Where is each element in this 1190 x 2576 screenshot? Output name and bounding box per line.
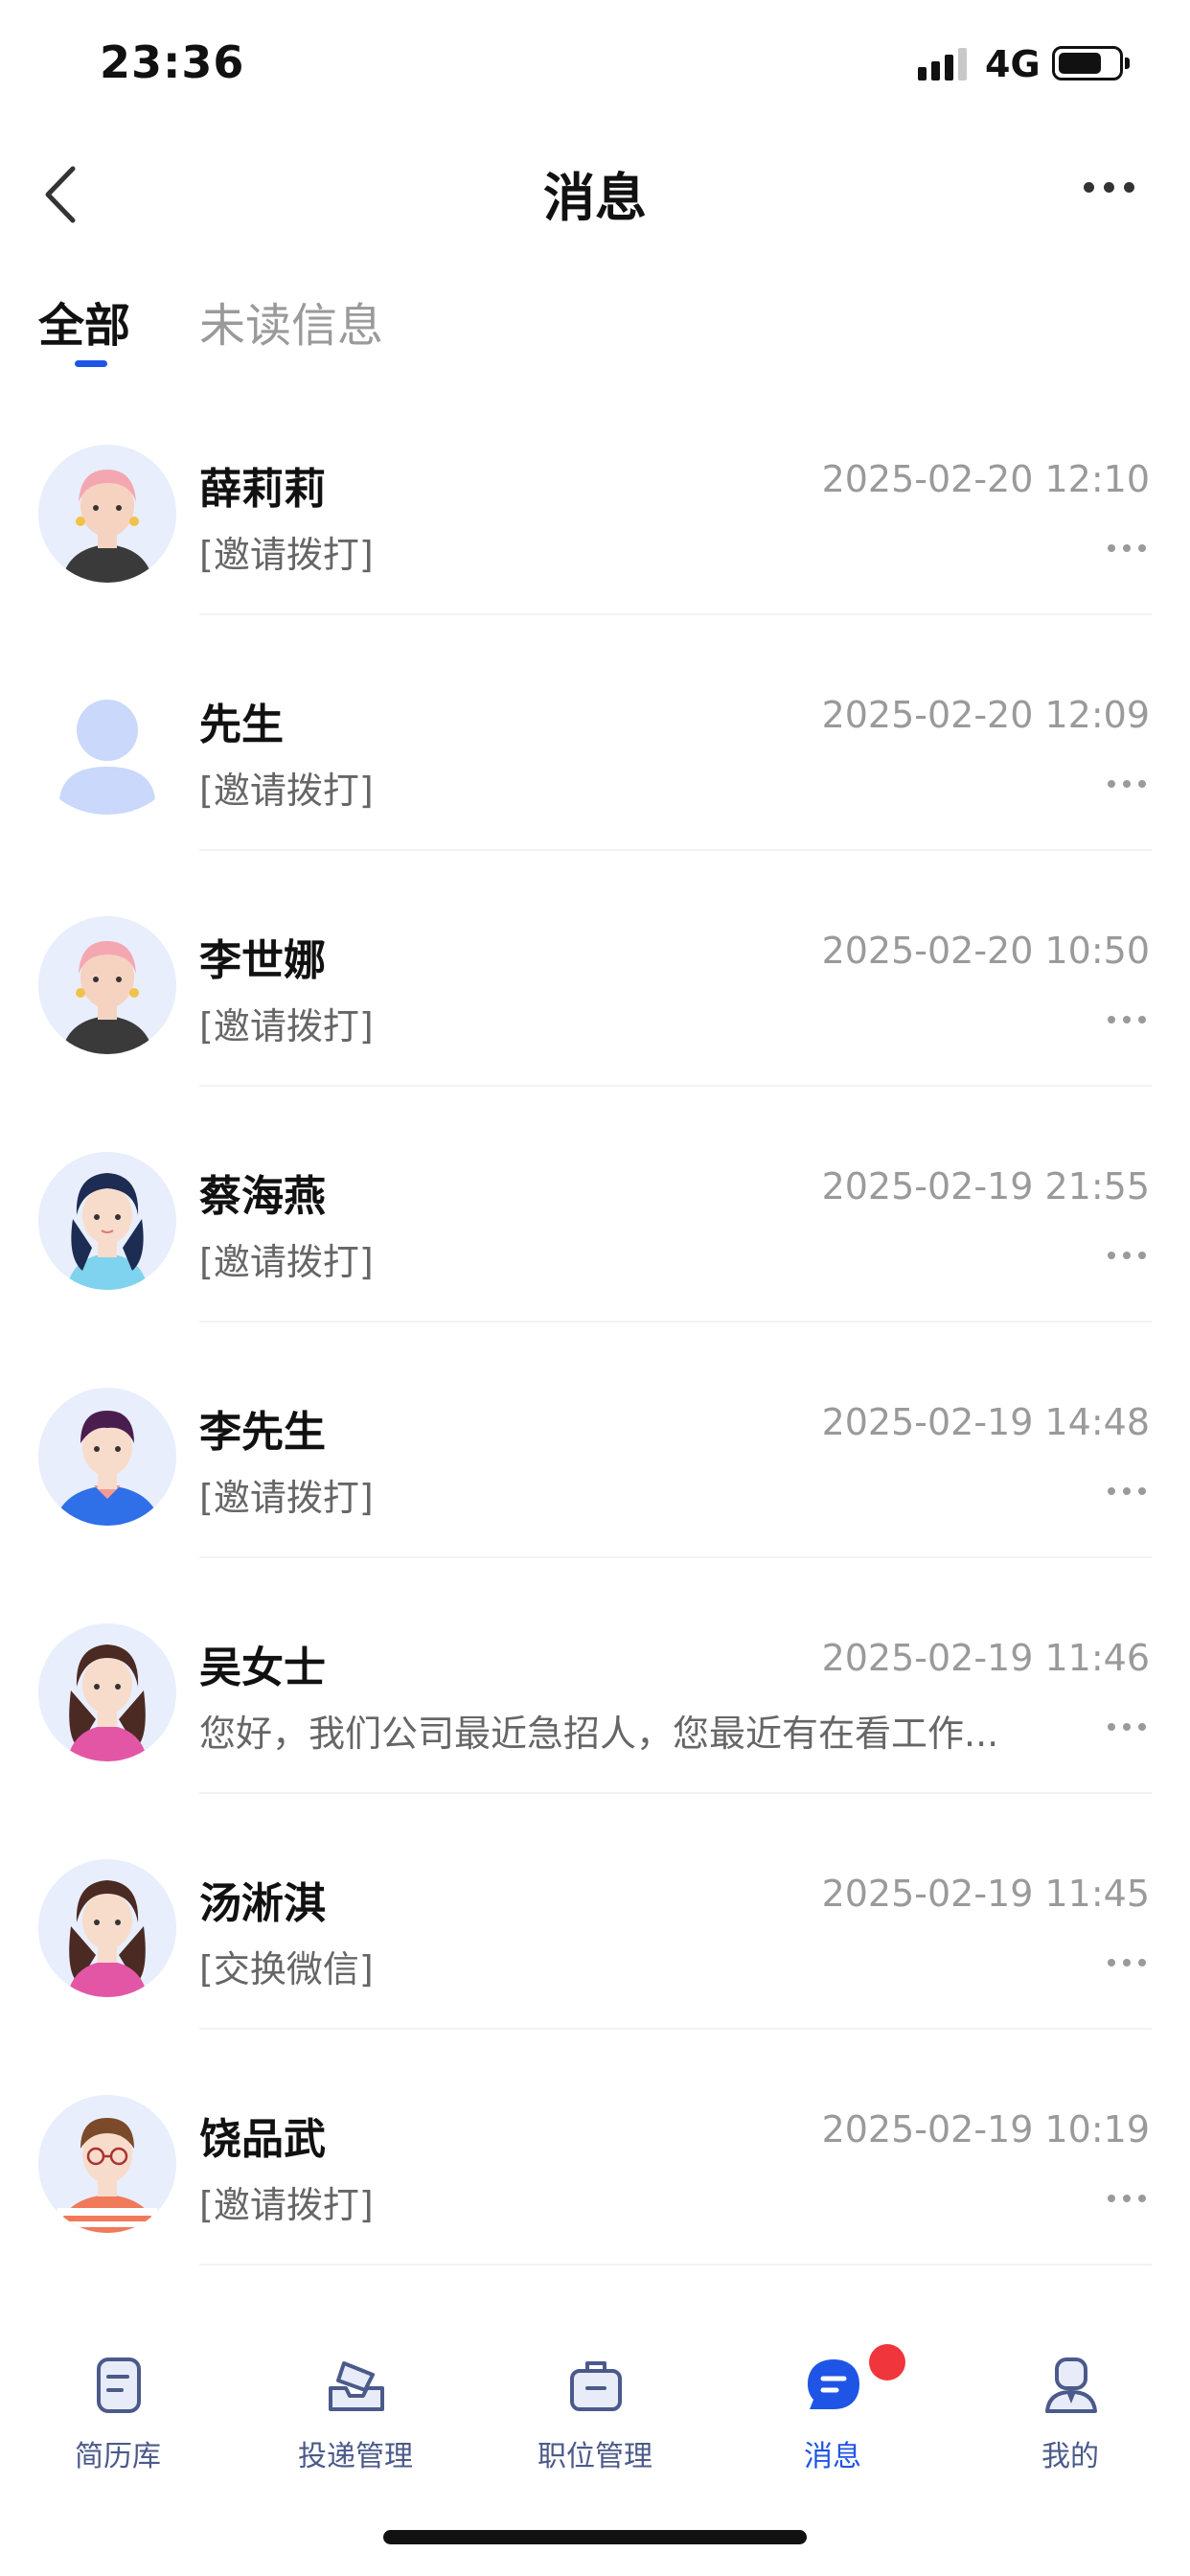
message-time: 2025-02-20 12:09	[821, 694, 1150, 736]
tab-bar-label: 我的	[1041, 2440, 1099, 2473]
message-preview: [邀请拨打]	[199, 534, 374, 576]
tab-job-management[interactable]: 职位管理	[499, 2319, 691, 2473]
contact-name: 吴女士	[199, 1644, 326, 1692]
message-time: 2025-02-20 12:10	[821, 458, 1150, 500]
contact-name: 李先生	[199, 1408, 326, 1457]
message-item[interactable]: 蔡海燕 2025-02-19 21:55 [邀请拨打]	[0, 1129, 1190, 1365]
message-item[interactable]: 先生 2025-02-20 12:09 [邀请拨打]	[0, 657, 1190, 893]
contact-name: 薛莉莉	[199, 465, 326, 514]
page-title: 消息	[543, 168, 647, 228]
message-preview: [邀请拨打]	[199, 2184, 374, 2226]
inbox-icon	[329, 2361, 384, 2411]
contact-name: 李世娜	[199, 936, 326, 985]
more-icon[interactable]	[1108, 2195, 1146, 2202]
message-preview: [邀请拨打]	[199, 1005, 374, 1047]
contact-name: 先生	[199, 701, 284, 749]
divider	[199, 2264, 1152, 2266]
tab-bar-label: 职位管理	[538, 2440, 652, 2473]
signal-icon	[918, 48, 967, 80]
tab-bar-label: 消息	[804, 2440, 861, 2473]
divider	[199, 849, 1152, 851]
message-item[interactable]: 吴女士 2025-02-19 11:46 您好，我们公司最近急招人，您最近有在看…	[0, 1600, 1190, 1836]
bottom-tab-bar: 简历库 投递管理 职位管理 消息 我的	[0, 2319, 1190, 2473]
message-time: 2025-02-19 10:19	[821, 2108, 1150, 2150]
tab-messages[interactable]: 消息	[737, 2319, 928, 2473]
chat-icon	[808, 2359, 859, 2409]
unread-badge	[869, 2344, 905, 2380]
network-type: 4G	[985, 43, 1041, 85]
more-icon[interactable]	[1108, 1016, 1146, 1024]
woman-pink-hair-avatar	[38, 916, 176, 1054]
more-icon[interactable]	[1108, 544, 1146, 552]
nav-bar: 消息	[0, 125, 1190, 249]
tab-unread[interactable]: 未读信息	[199, 288, 383, 355]
message-preview: [邀请拨打]	[199, 1477, 374, 1519]
man-blue-shirt-avatar	[38, 1388, 176, 1526]
active-tab-indicator	[75, 360, 107, 367]
message-item[interactable]: 汤淅淇 2025-02-19 11:45 [交换微信]	[0, 1836, 1190, 2072]
more-icon[interactable]	[1108, 1723, 1146, 1731]
message-item[interactable]: 李世娜 2025-02-20 10:50 [邀请拨打]	[0, 893, 1190, 1129]
woman-long-hair-avatar	[38, 1623, 176, 1761]
woman-long-hair-avatar	[38, 1859, 176, 1997]
status-bar: 23:36 4G	[0, 0, 1190, 125]
tab-profile[interactable]: 我的	[974, 2319, 1166, 2473]
message-time: 2025-02-19 21:55	[821, 1165, 1150, 1208]
contact-name: 蔡海燕	[199, 1172, 326, 1221]
divider	[199, 2028, 1152, 2030]
message-preview: [邀请拨打]	[199, 770, 374, 812]
message-preview: [交换微信]	[199, 1948, 374, 1990]
message-item[interactable]: 薛莉莉 2025-02-20 12:10 [邀请拨打]	[0, 422, 1190, 657]
more-icon[interactable]	[1108, 780, 1146, 788]
default-person-avatar	[38, 680, 176, 818]
message-preview: [邀请拨打]	[199, 1241, 374, 1283]
man-glasses-avatar	[38, 2095, 176, 2233]
more-options-icon[interactable]	[1084, 182, 1134, 193]
contact-name: 汤淅淇	[199, 1879, 326, 1928]
document-icon	[97, 2358, 141, 2413]
message-filter-tabs: 全部 未读信息	[38, 288, 1150, 383]
message-time: 2025-02-19 11:45	[821, 1873, 1150, 1915]
divider	[199, 1321, 1152, 1322]
message-time: 2025-02-19 14:48	[821, 1401, 1150, 1443]
divider	[199, 1085, 1152, 1087]
tab-bar-label: 投递管理	[298, 2440, 413, 2473]
battery-tip	[1125, 58, 1130, 69]
woman-curly-hair-avatar	[38, 1152, 176, 1290]
status-time: 23:36	[100, 36, 245, 88]
more-icon[interactable]	[1108, 1487, 1146, 1495]
battery-icon	[1052, 46, 1123, 80]
home-indicator[interactable]	[383, 2530, 807, 2544]
message-time: 2025-02-19 11:46	[821, 1637, 1150, 1679]
woman-pink-hair-avatar	[38, 445, 176, 583]
message-item[interactable]: 李先生 2025-02-19 14:48 [邀请拨打]	[0, 1365, 1190, 1600]
tab-all[interactable]: 全部	[38, 288, 130, 355]
message-item[interactable]: 饶品武 2025-02-19 10:19 [邀请拨打]	[0, 2072, 1190, 2308]
tab-application-management[interactable]: 投递管理	[260, 2319, 451, 2473]
messages-screen: 23:36 4G 消息 全部 未读信息 薛莉莉 2025-02-20 12:10…	[0, 0, 1190, 2576]
divider	[199, 1792, 1152, 1794]
profile-icon	[1045, 2358, 1097, 2413]
message-list: 薛莉莉 2025-02-20 12:10 [邀请拨打] 先生 2025-02-2…	[0, 422, 1190, 2308]
divider	[199, 1556, 1152, 1558]
more-icon[interactable]	[1108, 1959, 1146, 1966]
tab-bar-label: 简历库	[75, 2440, 161, 2473]
tab-resume-library[interactable]: 简历库	[22, 2319, 214, 2473]
contact-name: 饶品武	[199, 2115, 326, 2164]
divider	[199, 613, 1152, 615]
message-time: 2025-02-20 10:50	[821, 930, 1150, 972]
briefcase-icon	[570, 2361, 622, 2411]
more-icon[interactable]	[1108, 1252, 1146, 1259]
message-preview: 您好，我们公司最近急招人，您最近有在看工作...	[199, 1713, 999, 1755]
